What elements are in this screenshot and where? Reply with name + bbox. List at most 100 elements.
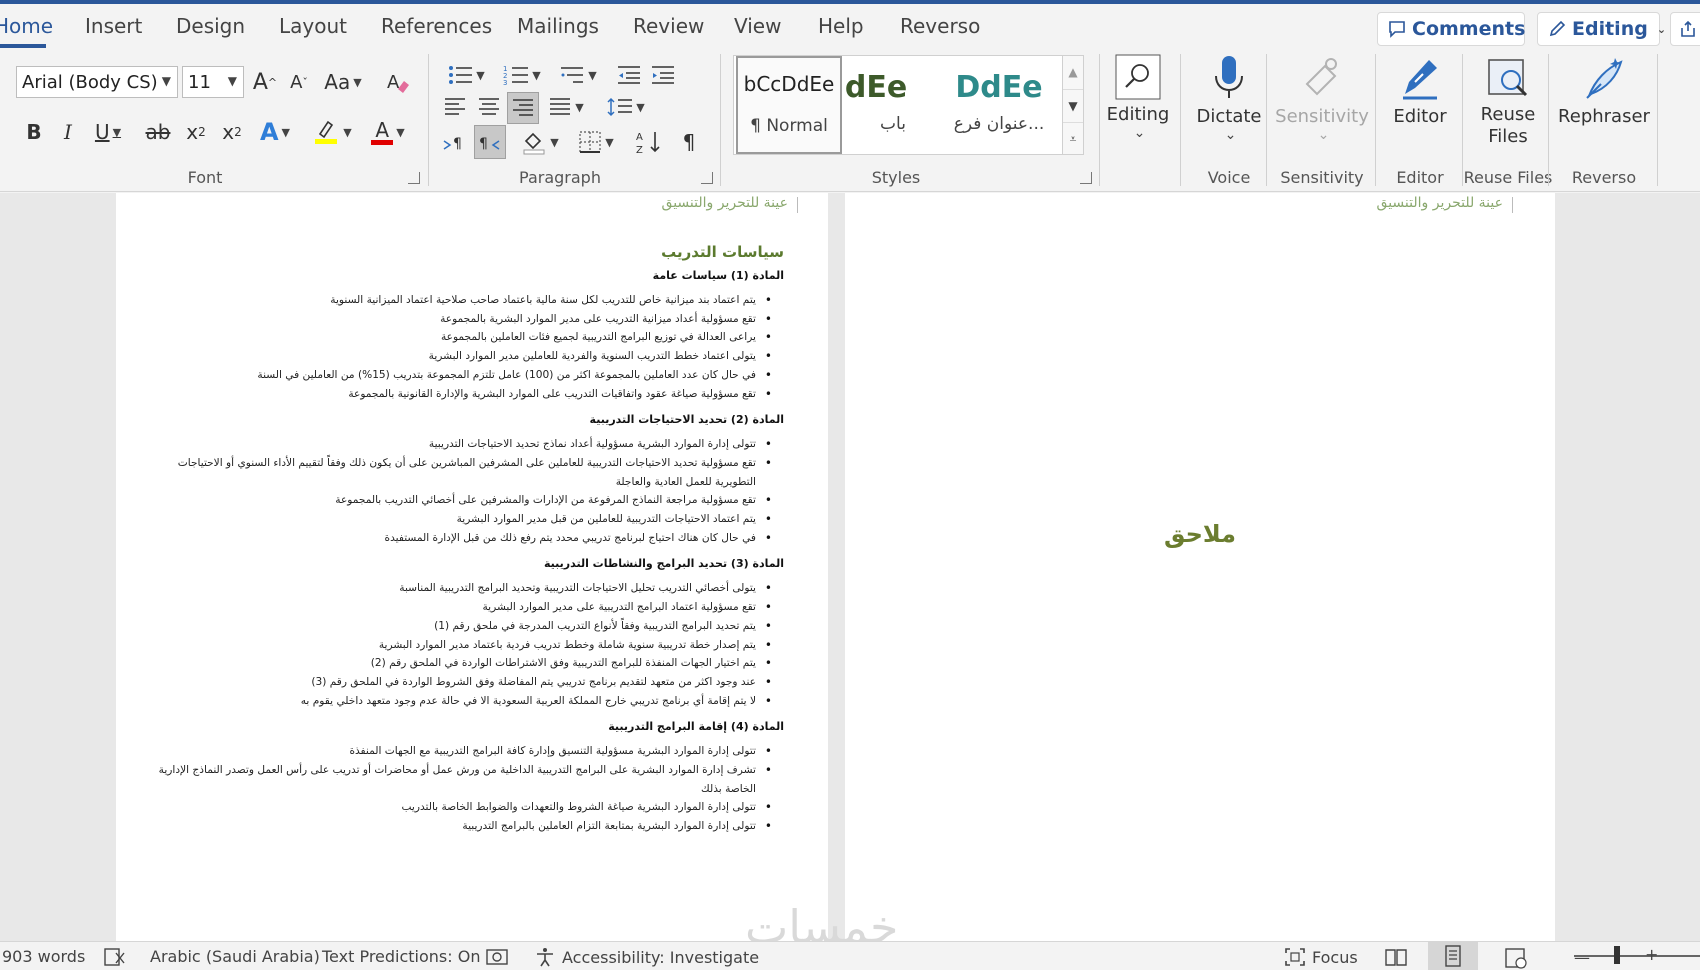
- align-left-button[interactable]: [440, 92, 470, 122]
- tab-insert[interactable]: Insert: [85, 14, 142, 38]
- borders-button[interactable]: ▼: [572, 126, 620, 158]
- highlighter-icon: [315, 120, 338, 144]
- web-layout-button[interactable]: [1504, 947, 1528, 969]
- chevron-down-icon: ⌄: [1656, 22, 1667, 36]
- focus-mode-button[interactable]: Focus: [1284, 947, 1358, 967]
- reuse-files-button[interactable]: Reuse Files: [1464, 54, 1552, 164]
- show-formatting-button[interactable]: ¶: [674, 126, 704, 158]
- rephraser-button[interactable]: Rephraser: [1556, 54, 1652, 164]
- plus-icon: +: [1645, 945, 1659, 964]
- decrease-indent-button[interactable]: [614, 60, 644, 90]
- dictate-button[interactable]: Dictate ⌄: [1190, 54, 1268, 164]
- tab-reverso[interactable]: Reverso: [900, 14, 980, 38]
- font-color-glyph: A: [375, 117, 390, 142]
- font-group-label: Font: [187, 168, 223, 187]
- list-item: تقع مسؤولية أعداد ميزانية التدريب على مد…: [148, 310, 784, 329]
- print-layout-button[interactable]: [1428, 942, 1478, 970]
- list-item: في حال كان عدد العاملين بالمجموعة اكثر م…: [148, 366, 784, 385]
- rtl-paragraph-icon: ¶: [479, 136, 500, 152]
- grow-font-button[interactable]: A ^: [250, 66, 280, 98]
- macro-recorder-button[interactable]: [486, 947, 508, 967]
- align-right-button[interactable]: [507, 92, 539, 124]
- editor-button[interactable]: Editor: [1382, 54, 1458, 164]
- share-button[interactable]: [1670, 12, 1700, 46]
- tab-view[interactable]: View: [734, 14, 781, 38]
- editing-mode-button[interactable]: Editing ⌄: [1537, 12, 1666, 46]
- microphone-icon: [1215, 56, 1243, 98]
- font-size-box[interactable]: 11 ▼: [182, 66, 244, 98]
- tab-design[interactable]: Design: [176, 14, 245, 38]
- align-center-button[interactable]: [474, 92, 504, 122]
- styles-gallery-scroller[interactable]: ▲ ▼ ⩡: [1062, 55, 1084, 155]
- read-mode-button[interactable]: [1384, 947, 1408, 967]
- right-to-left-button[interactable]: ¶: [474, 125, 506, 159]
- superscript-button[interactable]: x2: [218, 116, 246, 148]
- increase-indent-button[interactable]: [648, 60, 678, 90]
- align-left-icon: [445, 98, 465, 115]
- sensitivity-button[interactable]: Sensitivity ⌄: [1272, 54, 1372, 164]
- text-predictions-text: Text Predictions: On: [322, 947, 481, 966]
- subscript-glyph: x: [186, 120, 199, 144]
- style-name: ¶ Normal: [750, 116, 828, 136]
- chevron-down-icon[interactable]: ▼: [1063, 89, 1083, 122]
- tab-layout[interactable]: Layout: [279, 14, 347, 38]
- font-name-box[interactable]: Arial (Body CS) ▼: [16, 66, 178, 98]
- chevron-up-icon[interactable]: ▲: [1063, 56, 1083, 89]
- chevron-down-icon: ▼: [353, 75, 362, 89]
- editing-group-button[interactable]: Editing ⌄: [1107, 54, 1169, 164]
- multilevel-list-button[interactable]: ▼: [554, 60, 602, 90]
- text-predictions-status[interactable]: Text Predictions: On: [322, 947, 480, 966]
- multilevel-list-icon: [561, 67, 584, 83]
- italic-button[interactable]: I: [54, 116, 82, 148]
- change-case-button[interactable]: Aa ▼: [320, 66, 366, 98]
- left-to-right-button[interactable]: ¶: [440, 126, 470, 158]
- page-1[interactable]: عينة للتحرير والتنسيق سياسات التدريب الم…: [116, 193, 828, 941]
- text-effects-button[interactable]: A ▼: [254, 116, 296, 148]
- zoom-slider[interactable]: [1574, 955, 1700, 957]
- word-count[interactable]: 903 words: [2, 947, 85, 966]
- tab-help[interactable]: Help: [818, 14, 864, 38]
- tab-review[interactable]: Review: [633, 14, 704, 38]
- align-center-icon: [479, 98, 499, 115]
- accessibility-status[interactable]: Accessibility: Investigate: [534, 947, 759, 967]
- bullets-button[interactable]: ▼: [442, 60, 490, 90]
- sort-button[interactable]: AZ: [632, 126, 666, 158]
- search-icon: [1115, 54, 1161, 100]
- font-dialog-launcher[interactable]: [408, 172, 420, 184]
- styles-dialog-launcher[interactable]: [1080, 172, 1092, 184]
- underline-button[interactable]: U ▼: [88, 116, 128, 148]
- highlight-color-button[interactable]: ▼: [308, 116, 356, 148]
- language-status[interactable]: Arabic (Saudi Arabia): [150, 947, 320, 966]
- proofing-status-button[interactable]: [104, 947, 126, 967]
- tab-home[interactable]: Home: [0, 14, 53, 38]
- line-spacing-button[interactable]: ▼: [602, 92, 650, 122]
- gallery-more-icon[interactable]: ⩡: [1063, 122, 1083, 154]
- zoom-thumb[interactable]: [1614, 946, 1620, 964]
- document-canvas[interactable]: عينة للتحرير والتنسيق سياسات التدريب الم…: [0, 193, 1700, 941]
- numbering-button[interactable]: 1 2 3 ▼: [498, 60, 546, 90]
- shrink-font-button[interactable]: Aˇ: [284, 66, 314, 98]
- style-bab[interactable]: DdEe باب: [844, 56, 942, 154]
- clear-formatting-icon: A: [387, 72, 409, 93]
- zoom-out-button[interactable]: —: [1574, 948, 1590, 967]
- clear-formatting-button[interactable]: A: [382, 66, 414, 98]
- strikethrough-button[interactable]: ab: [144, 116, 172, 148]
- style-sample: DdEe: [955, 70, 1043, 105]
- bold-button[interactable]: B: [20, 116, 48, 148]
- subscript-button[interactable]: x2: [182, 116, 210, 148]
- page-2[interactable]: عينة للتحرير والتنسيق: [845, 193, 1555, 941]
- article-heading: المادة (1) سياسات عامة: [652, 269, 784, 282]
- styles-group-label: Styles: [871, 168, 921, 187]
- style-normal[interactable]: bCcDdEe ¶ Normal: [736, 56, 842, 154]
- proofing-icon: [104, 948, 125, 966]
- shading-button[interactable]: ▼: [516, 126, 564, 158]
- comments-button[interactable]: Comments: [1377, 12, 1525, 46]
- style-subheading[interactable]: DdEe عنوان فرع...: [944, 56, 1054, 154]
- tab-references[interactable]: References: [381, 14, 492, 38]
- paragraph-dialog-launcher[interactable]: [701, 172, 713, 184]
- font-color-button[interactable]: A ▼: [364, 116, 412, 148]
- tab-mailings[interactable]: Mailings: [517, 14, 599, 38]
- justify-button[interactable]: ▼: [544, 92, 588, 122]
- zoom-in-button[interactable]: +: [1645, 945, 1658, 964]
- numbered-list-icon: 123: [503, 65, 529, 86]
